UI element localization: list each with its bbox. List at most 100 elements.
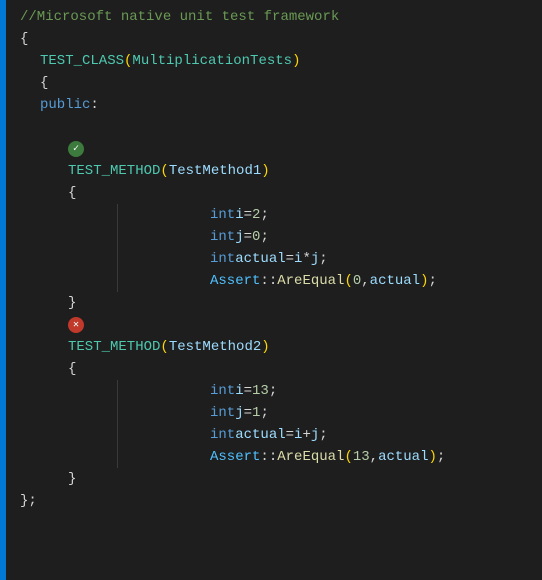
- fail-icon: [68, 317, 84, 333]
- paren-close-3: ): [261, 339, 269, 355]
- paren-open-2: (: [160, 163, 168, 179]
- line-test-method-1: TEST_METHOD(TestMethod1): [12, 160, 542, 182]
- semi-4: ;: [269, 383, 277, 399]
- var-j-1: j: [235, 229, 243, 245]
- method-1-body: int i = 2; int j = 0; int actual = i * j…: [117, 204, 542, 292]
- semi-5: ;: [260, 405, 268, 421]
- line-open-brace-3: {: [12, 358, 542, 380]
- line-int-j-2: int j = 1;: [202, 402, 542, 424]
- line-test-method-2-icon: [12, 314, 542, 336]
- code-editor: //Microsoft native unit test framework {…: [0, 0, 542, 580]
- var-j-ref-1: j: [311, 251, 319, 267]
- paren-assert-1-close: ): [420, 273, 428, 289]
- are-equal-2: AreEqual: [277, 449, 344, 465]
- num-13: 13: [252, 383, 269, 399]
- assign-2: =: [244, 229, 252, 245]
- int-kw-6: int: [210, 427, 235, 443]
- line-close-brace-1: };: [12, 490, 542, 512]
- line-test-class: TEST_CLASS(MultiplicationTests): [12, 50, 542, 72]
- semi-3: ;: [319, 251, 327, 267]
- int-kw-3: int: [210, 251, 235, 267]
- scope-2: ::: [260, 449, 277, 465]
- assert-num-0: 0: [353, 273, 361, 289]
- line-blank-1: [12, 116, 542, 138]
- test-class-param: MultiplicationTests: [132, 53, 292, 69]
- brace-2-text: {: [68, 185, 76, 201]
- line-int-actual-1: int actual = i * j;: [202, 248, 542, 270]
- semi-assert-1: ;: [429, 273, 437, 289]
- assert-num-13: 13: [353, 449, 370, 465]
- paren-open: (: [124, 53, 132, 69]
- var-actual-1: actual: [235, 251, 285, 267]
- line-int-i-2: int i = 13;: [202, 380, 542, 402]
- public-keyword: public: [40, 97, 90, 113]
- line-test-method-1-icon: [12, 138, 542, 160]
- paren-assert-1: (: [344, 273, 352, 289]
- line-open-brace-0: {: [12, 28, 542, 50]
- mult-op: *: [302, 251, 310, 267]
- line-int-j: int j = 0;: [202, 226, 542, 248]
- paren-open-3: (: [160, 339, 168, 355]
- test-method-1-keyword: TEST_METHOD: [68, 163, 160, 179]
- brace-3-text: {: [68, 361, 76, 377]
- semi-assert-2: ;: [437, 449, 445, 465]
- pass-icon: [68, 141, 84, 157]
- paren-close: ): [292, 53, 300, 69]
- line-close-brace-2: }: [12, 292, 542, 314]
- assign-4: =: [244, 383, 252, 399]
- line-public: public:: [12, 94, 542, 116]
- comment-text: //Microsoft native unit test framework: [20, 9, 339, 25]
- plus-op: +: [302, 427, 310, 443]
- test-class-keyword: TEST_CLASS: [40, 53, 124, 69]
- line-assert-2: Assert::AreEqual(13, actual);: [202, 446, 542, 468]
- code-content: //Microsoft native unit test framework {…: [6, 0, 542, 580]
- brace-close-3: }: [68, 471, 76, 487]
- assign-5: =: [244, 405, 252, 421]
- var-i-1: i: [235, 207, 243, 223]
- colon: :: [90, 97, 98, 113]
- assert-class-1: Assert: [210, 273, 260, 289]
- line-open-brace-1: {: [12, 72, 542, 94]
- brace-close-1: };: [20, 493, 37, 509]
- brace-1-text: {: [40, 75, 48, 91]
- test-method-2-keyword: TEST_METHOD: [68, 339, 160, 355]
- int-kw-2: int: [210, 229, 235, 245]
- paren-close-2: ): [261, 163, 269, 179]
- var-i-ref-1: i: [294, 251, 302, 267]
- are-equal-1: AreEqual: [277, 273, 344, 289]
- semi-2: ;: [260, 229, 268, 245]
- num-2: 2: [252, 207, 260, 223]
- scope-1: ::: [260, 273, 277, 289]
- var-actual-2: actual: [235, 427, 285, 443]
- paren-assert-2: (: [344, 449, 352, 465]
- test-method-2-param: TestMethod2: [169, 339, 261, 355]
- assign-3: =: [286, 251, 294, 267]
- assign-6: =: [286, 427, 294, 443]
- line-test-method-2: TEST_METHOD(TestMethod2): [12, 336, 542, 358]
- assert-class-2: Assert: [210, 449, 260, 465]
- line-assert-1: Assert::AreEqual(0, actual);: [202, 270, 542, 292]
- actual-ref-2: actual: [378, 449, 428, 465]
- actual-ref-1: actual: [370, 273, 420, 289]
- method-2-body: int i = 13; int j = 1; int actual = i + …: [117, 380, 542, 468]
- line-comment: //Microsoft native unit test framework: [12, 6, 542, 28]
- int-kw-4: int: [210, 383, 235, 399]
- line-int-actual-2: int actual = i + j;: [202, 424, 542, 446]
- assign-1: =: [244, 207, 252, 223]
- int-kw-1: int: [210, 207, 235, 223]
- brace-text: {: [20, 31, 28, 47]
- semi-1: ;: [260, 207, 268, 223]
- var-j-ref-2: j: [311, 427, 319, 443]
- var-j-2: j: [235, 405, 243, 421]
- comma-2: ,: [370, 449, 378, 465]
- line-int-i: int i = 2;: [202, 204, 542, 226]
- line-open-brace-2: {: [12, 182, 542, 204]
- num-1: 1: [252, 405, 260, 421]
- semi-6: ;: [319, 427, 327, 443]
- num-0: 0: [252, 229, 260, 245]
- line-close-brace-3: }: [12, 468, 542, 490]
- var-i-2: i: [235, 383, 243, 399]
- test-method-1-param: TestMethod1: [169, 163, 261, 179]
- comma-1: ,: [361, 273, 369, 289]
- int-kw-5: int: [210, 405, 235, 421]
